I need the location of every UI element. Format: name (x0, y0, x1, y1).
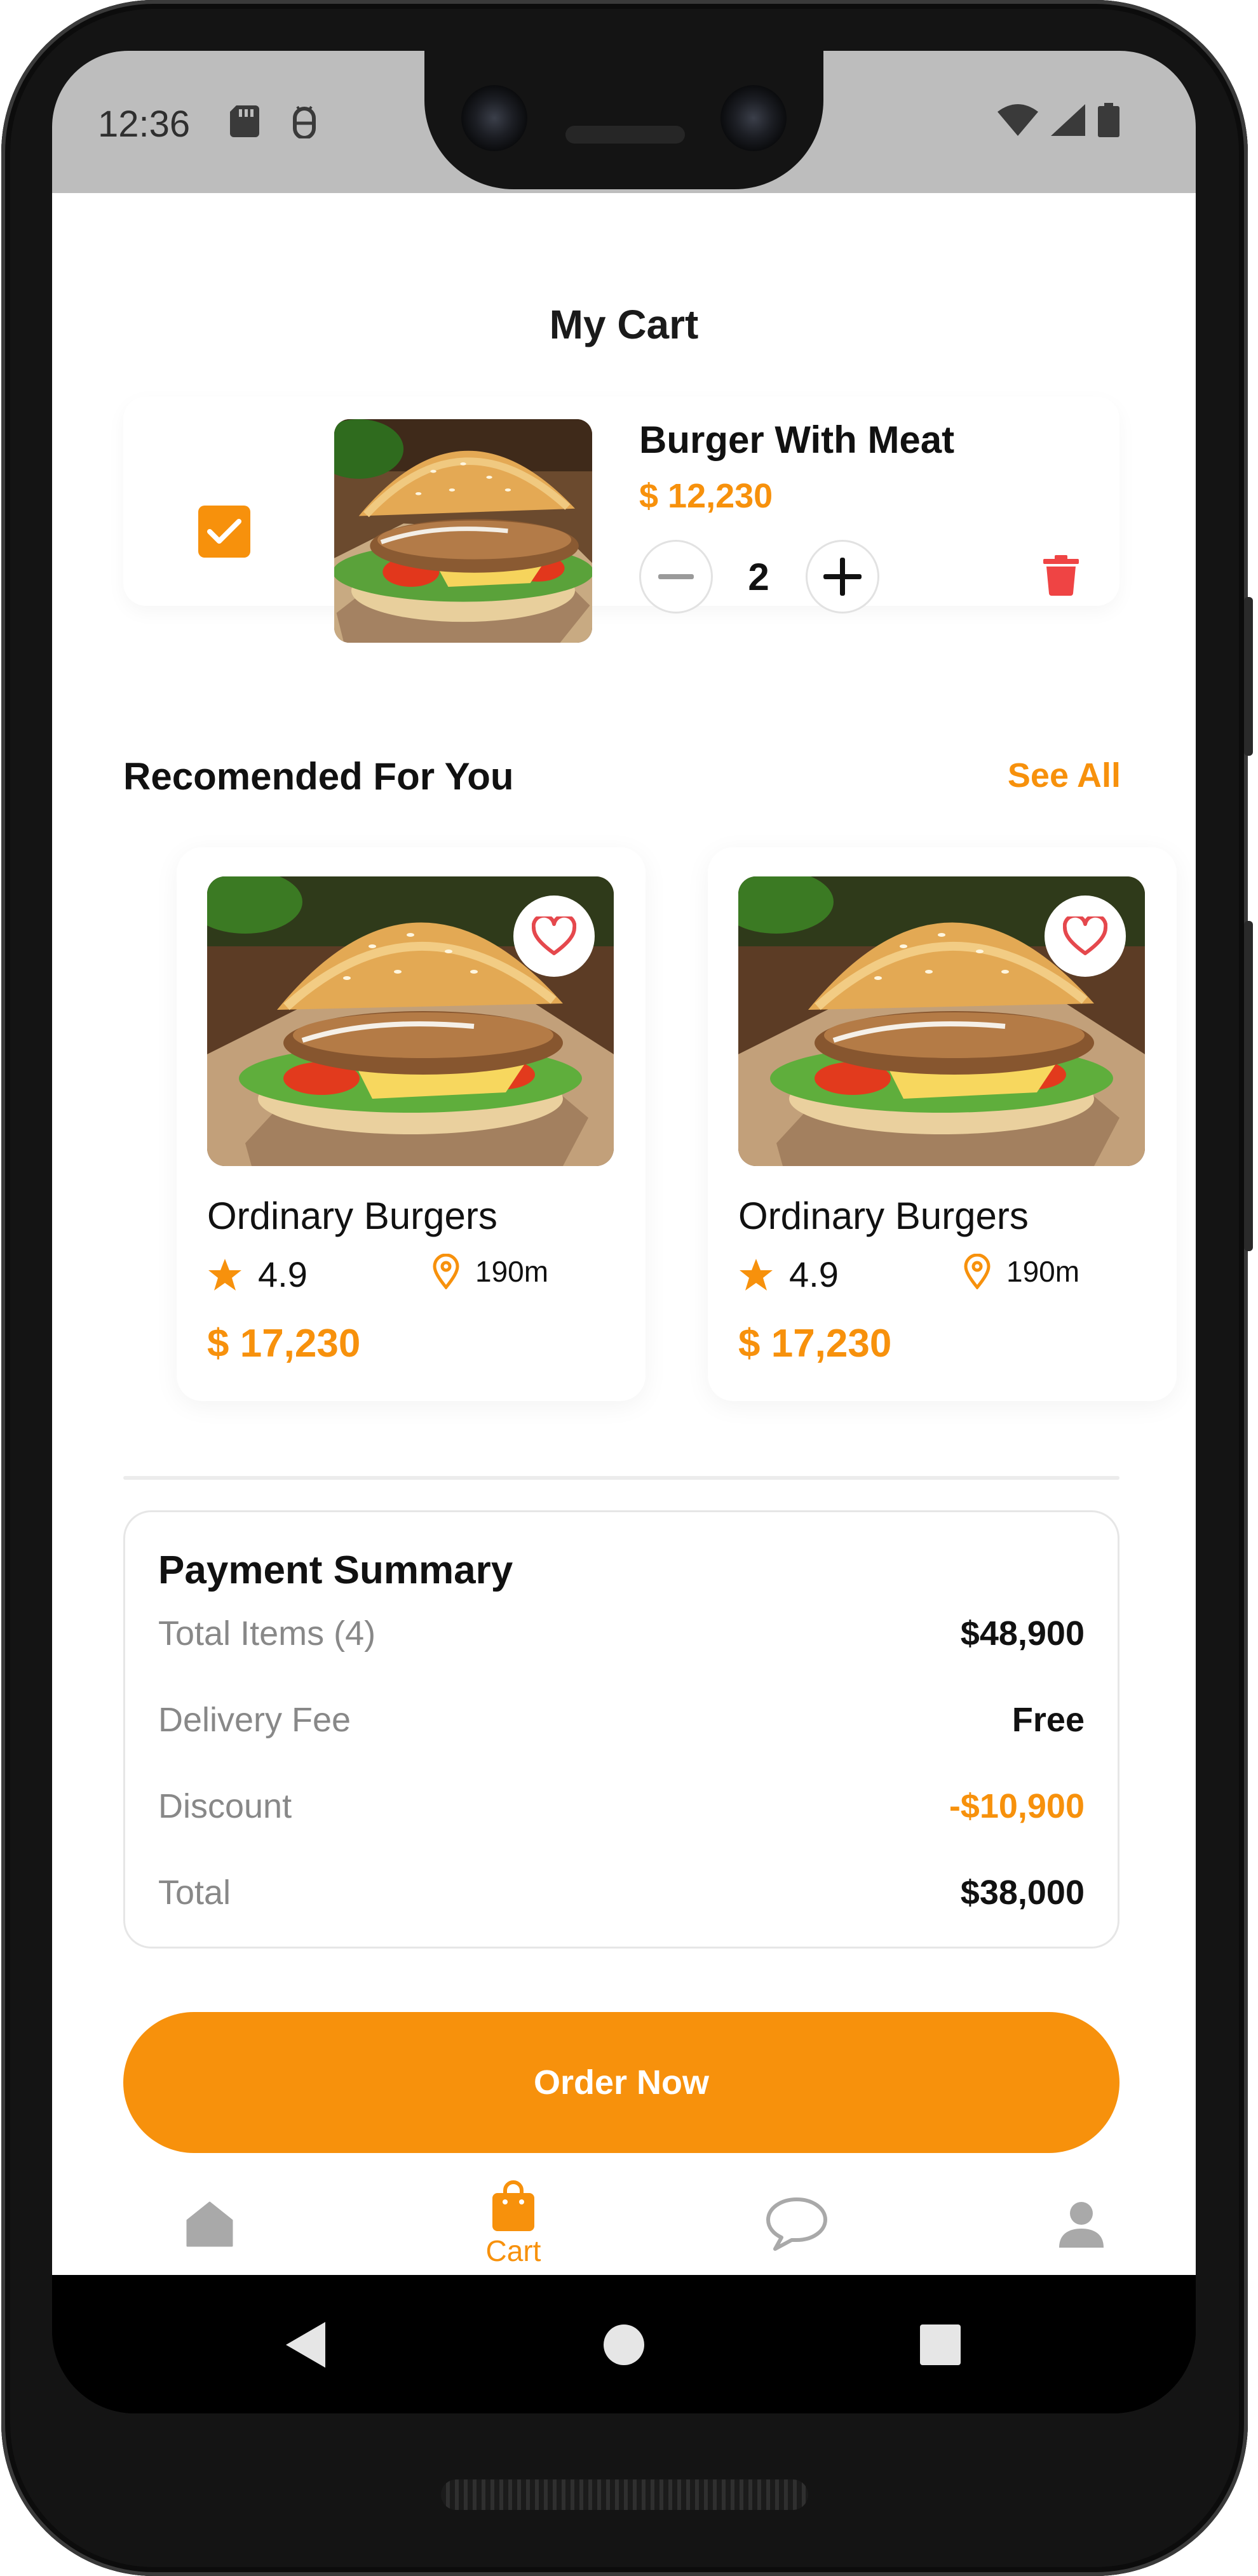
location-pin-icon (964, 1254, 991, 1289)
summary-row-delivery-fee: Delivery Fee Free (158, 1700, 1085, 1740)
cart-item-price: $ 12,230 (639, 477, 773, 515)
cart-item-image (334, 419, 592, 643)
see-all-link[interactable]: See All (1008, 756, 1121, 795)
summary-label: Delivery Fee (158, 1701, 351, 1739)
android-debug-icon (293, 105, 316, 138)
tab-cart-label: Cart (485, 2234, 541, 2267)
camera-notch (424, 51, 823, 189)
rating: 4.9 (738, 1254, 839, 1295)
earpiece (565, 126, 685, 144)
rating-value: 4.9 (789, 1254, 839, 1294)
burger-image (334, 419, 592, 643)
summary-row-discount: Discount -$10,900 (158, 1787, 1085, 1826)
back-icon[interactable] (285, 2321, 327, 2369)
cart-item-name: Burger With Meat (639, 419, 955, 461)
increase-quantity-button[interactable] (806, 540, 879, 614)
recommended-card[interactable]: Ordinary Burgers 4.9 190m $ 17,230 (177, 847, 646, 1401)
recommended-item-name: Ordinary Burgers (738, 1195, 1029, 1237)
recents-square-icon[interactable] (920, 2324, 961, 2365)
recommended-item-name: Ordinary Burgers (207, 1195, 497, 1237)
distance-value: 190m (475, 1255, 549, 1288)
favorite-button[interactable] (1045, 896, 1126, 977)
sd-card-icon (230, 105, 259, 137)
decrease-quantity-button[interactable] (639, 540, 713, 614)
recommended-item-image (738, 876, 1145, 1166)
order-now-button[interactable]: Order Now (123, 2012, 1119, 2153)
plus-icon (823, 558, 862, 596)
star-icon (208, 1258, 241, 1291)
tab-cart[interactable]: Cart (450, 2173, 577, 2275)
summary-label: Total (158, 1874, 231, 1912)
payment-summary-card: Payment Summary Total Items (4) $48,900 … (123, 1510, 1119, 1949)
section-divider (123, 1476, 1119, 1480)
summary-row-total-items: Total Items (4) $48,900 (158, 1614, 1085, 1653)
distance: 190m (432, 1254, 548, 1289)
cart-item-checkbox[interactable] (198, 506, 250, 558)
rating-value: 4.9 (258, 1254, 308, 1294)
summary-row-total: Total $38,000 (158, 1873, 1085, 1912)
recommended-item-image (207, 876, 614, 1166)
summary-label: Total Items (4) (158, 1614, 376, 1653)
location-pin-icon (433, 1254, 459, 1289)
recommended-item-price: $ 17,230 (207, 1322, 361, 1365)
bottom-tab-bar: Cart (52, 2173, 1196, 2275)
shopping-bag-icon (492, 2180, 534, 2231)
tab-home[interactable] (170, 2173, 249, 2275)
battery-icon (1098, 103, 1119, 137)
front-camera (461, 85, 527, 151)
volume-button (1244, 921, 1253, 1251)
favorite-button[interactable] (513, 896, 595, 977)
wifi-icon (998, 104, 1038, 136)
quantity-value: 2 (748, 556, 769, 598)
phone-screen: 12:36 My Cart Burger With Meat $ 12,230 … (52, 51, 1196, 2413)
recommended-item-price: $ 17,230 (738, 1322, 892, 1365)
phone-frame: 12:36 My Cart Burger With Meat $ 12,230 … (1, 0, 1253, 2576)
cellular-signal-icon (1051, 104, 1085, 136)
page-title: My Cart (549, 302, 699, 347)
chat-bubble-icon (766, 2197, 827, 2251)
front-sensor (720, 85, 787, 151)
summary-value: -$10,900 (949, 1787, 1085, 1825)
distance: 190m (963, 1254, 1079, 1289)
recommended-title: Recomended For You (123, 755, 514, 798)
bottom-speaker-grill (441, 2479, 808, 2510)
cart-item-card (123, 396, 1119, 606)
delete-icon[interactable] (1043, 555, 1079, 596)
check-icon (207, 519, 241, 544)
home-icon (186, 2201, 233, 2247)
rating: 4.9 (207, 1254, 308, 1295)
heart-icon (532, 916, 576, 955)
system-navigation-bar (52, 2275, 1196, 2413)
status-icons (998, 103, 1119, 137)
home-circle-icon[interactable] (604, 2324, 644, 2365)
person-icon (1059, 2202, 1104, 2248)
payment-summary-title: Payment Summary (158, 1548, 513, 1592)
tab-profile[interactable] (1050, 2173, 1113, 2275)
star-icon (740, 1258, 773, 1291)
status-time: 12:36 (98, 104, 191, 145)
summary-value: Free (1011, 1701, 1085, 1739)
summary-label: Discount (158, 1787, 292, 1825)
recommended-card[interactable]: Ordinary Burgers 4.9 190m $ 17,230 (708, 847, 1177, 1401)
cart-screen: My Cart Burger With Meat $ 12,230 2 Reco… (52, 193, 1196, 2275)
tab-messages[interactable] (759, 2173, 835, 2275)
status-bar: 12:36 (52, 51, 1196, 193)
summary-value: $38,000 (960, 1874, 1085, 1912)
summary-value: $48,900 (960, 1614, 1085, 1653)
heart-icon (1063, 916, 1107, 955)
distance-value: 190m (1006, 1255, 1080, 1288)
minus-icon (658, 574, 694, 579)
power-button (1244, 597, 1253, 756)
